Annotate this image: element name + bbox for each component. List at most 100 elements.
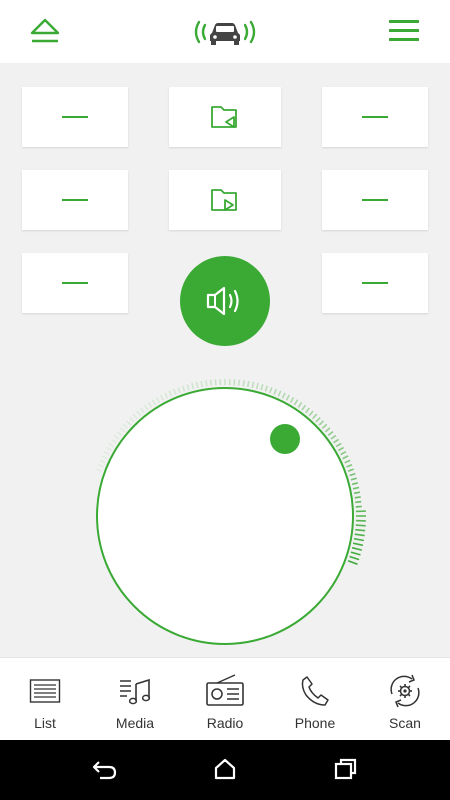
volume-tick	[269, 387, 273, 394]
nav-label-media: Media	[115, 715, 155, 731]
back-icon[interactable]	[92, 758, 118, 785]
volume-tick	[255, 382, 259, 390]
volume-tick	[351, 546, 362, 551]
volume-tick	[106, 446, 112, 452]
volume-tick	[260, 384, 264, 391]
volume-tick	[125, 420, 132, 426]
volume-tick	[264, 385, 269, 392]
volume-tick	[353, 537, 365, 542]
volume-tick	[349, 472, 356, 477]
scan-icon	[390, 674, 420, 708]
volume-tick	[327, 431, 334, 436]
volume-tick	[355, 505, 362, 508]
volume-tick	[312, 413, 318, 420]
list-icon	[29, 679, 61, 703]
knob-indicator[interactable]	[270, 424, 300, 454]
volume-tick	[330, 434, 337, 440]
volume-tick	[181, 385, 186, 392]
volume-tick	[116, 431, 123, 436]
volume-tick	[305, 407, 310, 414]
volume-tick	[353, 491, 361, 495]
volume-tick	[350, 477, 357, 481]
volume-tick	[335, 442, 342, 448]
volume-tick	[293, 399, 299, 406]
volume-tick	[347, 560, 358, 565]
recents-icon[interactable]	[334, 758, 358, 785]
nav-media[interactable]: Media	[90, 658, 180, 741]
volume-tick	[155, 397, 161, 403]
home-icon[interactable]	[213, 758, 237, 785]
volume-tick	[113, 434, 120, 440]
volume-tick	[164, 392, 169, 399]
volume-tick	[354, 533, 365, 537]
volume-tick	[168, 390, 173, 397]
volume-tick	[122, 423, 129, 429]
nav-radio[interactable]: Radio	[180, 658, 270, 741]
volume-tick	[101, 455, 108, 460]
volume-tick	[195, 381, 199, 389]
volume-tick	[355, 528, 366, 532]
volume-tick	[172, 388, 177, 395]
volume-tick	[205, 380, 208, 387]
volume-tick	[246, 380, 250, 388]
volume-tick	[209, 379, 213, 386]
volume-tick	[103, 450, 110, 456]
volume-tick	[140, 407, 145, 414]
volume-tick	[143, 404, 149, 411]
volume-tick	[200, 380, 204, 388]
knob-dial[interactable]	[96, 387, 354, 645]
volume-tick	[99, 459, 106, 464]
volume-tick	[289, 397, 295, 403]
nav-label-radio: Radio	[206, 715, 244, 731]
volume-tick	[119, 427, 126, 433]
nav-label-list: List	[34, 715, 56, 731]
volume-tick	[132, 413, 138, 420]
volume-tick	[96, 468, 103, 472]
volume-tick	[346, 463, 353, 468]
volume-tick	[297, 401, 303, 408]
volume-tick	[110, 438, 117, 444]
volume-tick	[147, 401, 153, 408]
volume-tick	[355, 524, 366, 527]
volume-tick	[350, 551, 361, 556]
volume-tick	[136, 410, 142, 417]
nav-label-scan: Scan	[389, 715, 421, 731]
volume-tick	[251, 381, 255, 389]
volume-tick	[159, 394, 165, 401]
volume-tick	[214, 379, 217, 386]
volume-tick	[151, 399, 157, 406]
volume-tick	[277, 390, 282, 397]
volume-tick	[242, 380, 245, 387]
nav-list[interactable]: List	[0, 658, 90, 741]
radio-icon	[206, 674, 244, 706]
nav-phone[interactable]: Phone	[270, 658, 360, 741]
volume-tick	[186, 384, 190, 391]
music-note-icon	[120, 678, 151, 705]
volume-tick	[351, 482, 359, 486]
volume-tick	[301, 404, 307, 411]
volume-tick	[342, 455, 349, 460]
volume-knob[interactable]	[0, 0, 450, 657]
volume-tick	[318, 420, 325, 426]
volume-tick	[308, 410, 314, 417]
nav-scan[interactable]: Scan	[360, 658, 450, 741]
volume-tick	[352, 486, 360, 490]
volume-tick	[354, 496, 361, 499]
volume-tick	[281, 392, 286, 399]
nav-label-phone: Phone	[294, 715, 336, 731]
volume-tick	[315, 416, 321, 423]
volume-tick	[285, 394, 291, 401]
system-navigation-bar	[0, 740, 450, 800]
volume-tick	[233, 379, 236, 386]
volume-tick	[338, 446, 344, 452]
volume-tick	[129, 416, 135, 423]
volume-tick	[273, 388, 278, 395]
bottom-navigation: List Media Radio Phone Scan	[0, 657, 450, 741]
volume-tick	[347, 468, 354, 472]
volume-tick	[340, 450, 347, 456]
volume-tick	[191, 382, 195, 390]
volume-tick	[108, 442, 115, 448]
volume-tick	[321, 423, 328, 429]
volume-tick	[344, 459, 351, 464]
volume-tick	[237, 379, 241, 386]
